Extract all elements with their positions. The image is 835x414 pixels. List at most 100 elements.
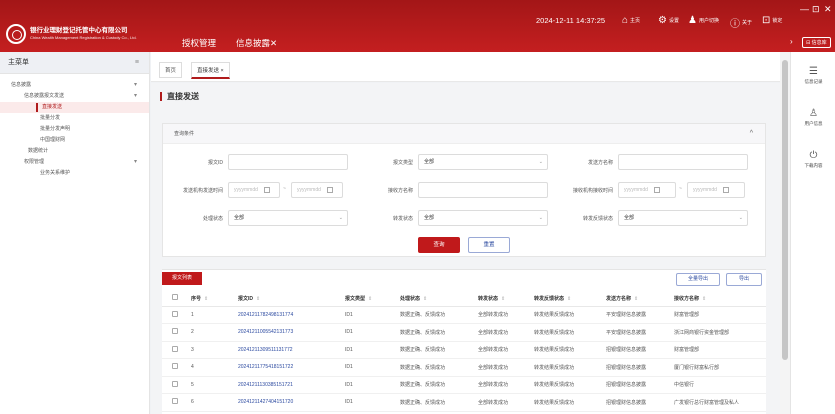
cell-report-type: ID1: [342, 358, 397, 377]
sender-name-input[interactable]: [618, 154, 748, 170]
cell-forward-status: 全部转发成功: [475, 376, 531, 394]
cell-report-id[interactable]: 20241211775418151722: [235, 358, 342, 377]
table-row[interactable]: 5 20241211130385151721 ID1 数据正确、反馈成功 全部转…: [162, 376, 766, 394]
row-checkbox[interactable]: [172, 328, 178, 335]
column-header-sender[interactable]: 发送方名称 ⇕: [603, 291, 671, 307]
cell-report-id[interactable]: 20241211309511131772: [235, 341, 342, 359]
cell-receiver: 财富管理部: [671, 341, 766, 359]
table-row[interactable]: 2 20241211005542131773 ID1 数据正确、反馈成功 全部转…: [162, 323, 766, 342]
report-id-input[interactable]: [228, 154, 348, 170]
cell-sender: 招银理财信息披露: [603, 393, 671, 412]
download-content-button[interactable]: ⏻ 下载内容: [791, 150, 835, 169]
settings-button[interactable]: ⚙ 设置: [658, 15, 679, 26]
select-all-checkbox[interactable]: [172, 294, 178, 301]
vertical-scrollbar[interactable]: [780, 52, 790, 414]
message-record-button[interactable]: ☰ 信息记录: [791, 66, 835, 85]
minimize-button[interactable]: —: [800, 4, 809, 14]
chevron-down-icon: ⌄: [338, 215, 343, 221]
tab-home[interactable]: 首页: [159, 62, 183, 78]
tab-direct-send[interactable]: 直接发送 ×: [191, 62, 230, 79]
query-panel-title: 查询条件: [174, 131, 195, 137]
column-label: 处理状态: [400, 295, 421, 302]
column-label: 报文类型: [345, 295, 366, 302]
receiver-name-input[interactable]: [418, 182, 548, 198]
column-header-receiver[interactable]: 接收方名称 ⇕: [671, 291, 766, 307]
search-button[interactable]: 查询: [418, 237, 460, 253]
receiver-time-start-input[interactable]: yyyymmdd: [618, 182, 676, 198]
switch-user-button[interactable]: ♟ 用户切换: [688, 15, 719, 26]
chevron-down-icon: ⌄: [538, 159, 543, 165]
cell-sender: 招银理财信息披露: [603, 376, 671, 394]
column-label: 发送方名称: [606, 295, 632, 302]
column-header-process-status[interactable]: 处理状态 ⇕: [397, 291, 475, 307]
user-info-label: 用户信息: [804, 121, 823, 126]
home-button[interactable]: ⌂ 主页: [622, 15, 640, 26]
query-panel-header[interactable]: 查询条件 ^: [163, 124, 765, 144]
export-all-button[interactable]: 全量导出: [676, 273, 720, 286]
sidebar-item-batch-statement[interactable]: 批量分发声明: [0, 124, 149, 135]
column-header-feedback-status[interactable]: 转发反馈状态 ⇕: [531, 291, 603, 307]
cell-receiver: 厦门银行财富私行部: [671, 358, 766, 377]
process-status-select[interactable]: 全部 ⌄: [228, 210, 348, 226]
row-select-cell: [162, 323, 188, 342]
table-row[interactable]: 4 20241211775418151722 ID1 数据正确、反馈成功 全部转…: [162, 358, 766, 377]
report-list-panel: 报文列表 全量导出 导出 序号 ⇕ 报文ID ⇕ 报文类型 ⇕ 处理状态 ⇕ 转发状态 ⇕…: [162, 269, 766, 414]
sidebar-item-statistics[interactable]: 数据统计: [0, 146, 149, 157]
table-row[interactable]: 1 20241211782498131774 ID1 数据正确、反馈成功 全部转…: [162, 306, 766, 324]
cell-report-id[interactable]: 20241211782498131774: [235, 306, 342, 324]
sort-icon: ⇕: [567, 295, 572, 302]
column-header-report-id[interactable]: 报文ID ⇕: [235, 291, 342, 307]
sidebar-item-china-wealth[interactable]: 中国理财网: [0, 135, 149, 146]
cell-report-id[interactable]: 20241211005542131773: [235, 323, 342, 342]
table-row[interactable]: 3 20241211309511131772 ID1 数据正确、反馈成功 全部转…: [162, 341, 766, 359]
close-window-button[interactable]: ✕: [824, 4, 832, 15]
sidebar-item-info-disclosure[interactable]: 信息披露 ▾: [0, 80, 149, 91]
row-checkbox[interactable]: [172, 380, 178, 387]
sidebar-item-label: 业务关系维护: [40, 170, 71, 176]
sidebar-item-direct-send[interactable]: 直接发送: [0, 102, 149, 113]
sidebar-item-report-send[interactable]: 信息披露报文发送 ▾: [0, 91, 149, 102]
info-library-button[interactable]: ⊟ 信息库: [802, 37, 831, 48]
tab-report-list[interactable]: 报文列表: [162, 272, 203, 285]
chevron-down-icon: ▾: [133, 159, 137, 165]
sidebar-item-batch-distribute[interactable]: 批量分发: [0, 113, 149, 124]
forward-status-select[interactable]: 全部 ⌄: [418, 210, 548, 226]
cell-report-id[interactable]: 20241211130385151721: [235, 376, 342, 394]
nav-auth-management[interactable]: 授权管理: [182, 37, 216, 49]
sort-icon: ⇕: [368, 295, 373, 302]
user-info-button[interactable]: ♙ 用户信息: [791, 108, 835, 127]
reset-button[interactable]: 重置: [468, 237, 510, 253]
row-checkbox[interactable]: [172, 345, 178, 352]
report-id-label: 报文ID: [207, 160, 223, 166]
restore-button[interactable]: ⊡: [812, 4, 820, 15]
switch-user-label: 用户切换: [698, 18, 719, 24]
column-header-no[interactable]: 序号 ⇕: [188, 291, 235, 307]
sender-time-end-input[interactable]: yyyymmdd: [291, 182, 343, 198]
report-type-select[interactable]: 全部 ⌄: [418, 154, 548, 170]
logo-icon: [6, 24, 26, 44]
feedback-status-select[interactable]: 全部 ⌄: [618, 210, 748, 226]
chevron-right-icon[interactable]: ›: [790, 37, 793, 46]
scrollbar-thumb[interactable]: [782, 60, 788, 360]
column-header-forward-status[interactable]: 转发状态 ⇕: [475, 291, 531, 307]
sidebar-item-business-relation[interactable]: 业务关系维护: [0, 168, 149, 179]
cell-forward-status: 全部转发成功: [475, 341, 531, 359]
sender-time-start-input[interactable]: yyyymmdd: [228, 182, 280, 198]
receiver-time-end-input[interactable]: yyyymmdd: [687, 182, 745, 198]
chevron-down-icon: ⌄: [738, 215, 743, 221]
feedback-status-label: 转发反馈状态: [582, 216, 613, 222]
cell-report-id[interactable]: 20241211427404151720: [235, 393, 342, 412]
sidebar-item-permissions[interactable]: 权限管理 ▾: [0, 157, 149, 168]
cell-forward-status: 全部转发成功: [475, 323, 531, 342]
sidebar-item-label: 数据统计: [28, 148, 49, 154]
export-button[interactable]: 导出: [726, 273, 762, 286]
table-row[interactable]: 6 20241211427404151720 ID1 数据正确、反馈成功 全部转…: [162, 393, 766, 412]
row-checkbox[interactable]: [172, 398, 178, 405]
row-checkbox[interactable]: [172, 310, 178, 317]
menu-collapse-icon[interactable]: ≡: [135, 52, 139, 74]
about-button[interactable]: ⓘ 关于: [730, 15, 752, 30]
row-checkbox[interactable]: [172, 363, 178, 370]
lock-button[interactable]: ⊡ 锁定: [762, 15, 782, 26]
chevron-up-icon[interactable]: ^: [750, 124, 753, 144]
column-header-report-type[interactable]: 报文类型 ⇕: [342, 291, 397, 307]
